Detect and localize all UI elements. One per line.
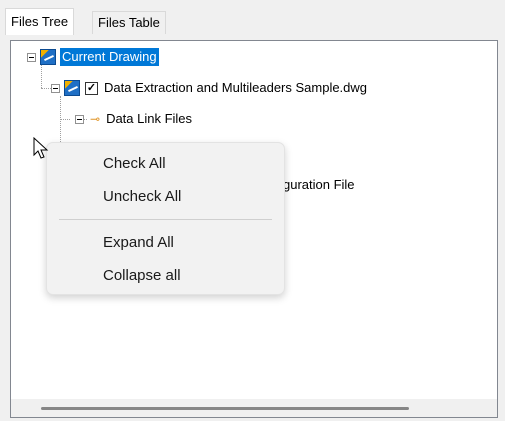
menu-item-collapse-all[interactable]: Collapse all	[47, 262, 284, 290]
include-checkbox[interactable]: ✓	[85, 81, 98, 95]
tree-connector	[41, 88, 51, 89]
tree-connector	[60, 119, 70, 120]
dwg-icon	[64, 80, 80, 96]
menu-item-expand-all[interactable]: Expand All	[47, 229, 284, 257]
tree-node-label: guration File	[283, 177, 355, 192]
data-link-icon: ⊸	[90, 112, 101, 126]
menu-separator	[59, 219, 272, 220]
tree-node-label: Current Drawing	[60, 48, 159, 66]
tree-node-label: Data Link Files	[106, 111, 193, 126]
menu-item-uncheck-all[interactable]: Uncheck All	[47, 183, 284, 211]
horizontal-scrollbar[interactable]	[11, 399, 497, 417]
tab-files-table[interactable]: Files Table	[92, 11, 166, 34]
tree-node-configuration-file[interactable]: guration File	[283, 176, 355, 194]
context-menu: Check All Uncheck All Expand All Collaps…	[46, 142, 285, 295]
collapse-toggle-icon[interactable]	[51, 83, 60, 93]
mouse-cursor-icon	[33, 137, 49, 159]
dwg-icon	[40, 49, 56, 65]
tree-node-label: Data Extraction and Multileaders Sample.…	[104, 80, 368, 95]
tree-node-drawing-file[interactable]: ✓ Data Extraction and Multileaders Sampl…	[51, 79, 369, 97]
tree-connector	[41, 64, 42, 88]
scrollbar-thumb[interactable]	[41, 407, 409, 410]
collapse-toggle-icon[interactable]	[75, 114, 84, 124]
tree-node-data-link-files[interactable]: ⊸ Data Link Files	[75, 110, 194, 128]
tree-node-current-drawing[interactable]: Current Drawing	[27, 48, 159, 66]
collapse-toggle-icon[interactable]	[27, 52, 36, 62]
menu-item-check-all[interactable]: Check All	[47, 150, 284, 178]
tab-files-tree[interactable]: Files Tree	[5, 8, 75, 35]
